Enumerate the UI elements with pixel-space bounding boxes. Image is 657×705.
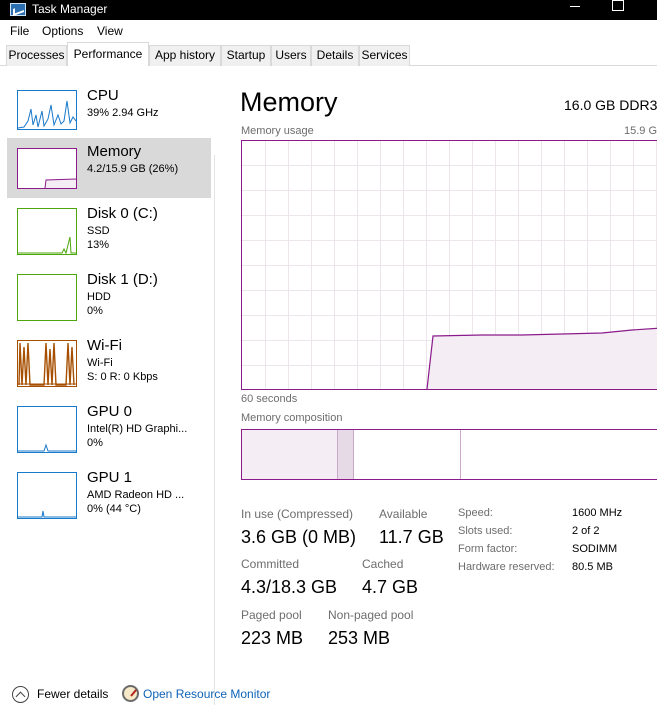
sidebar-item-label: Disk 0 (C:) [87,205,158,222]
sidebar-item-disk-1[interactable]: Disk 1 (D:) HDD 0% [7,266,211,326]
sidebar-item-detail: 39% 2.94 GHz [87,107,159,119]
tab-details[interactable]: Details [311,45,359,66]
in-use-label: In use (Compressed) [241,507,354,521]
disk-0-thumbnail-svg [18,236,76,254]
non-paged-pool-label: Non-paged pool [328,608,414,622]
minimize-icon[interactable] [560,0,590,20]
gpu-1-thumbnail-graph [17,472,77,519]
maximize-icon[interactable] [600,0,634,20]
menu-view[interactable]: View [97,24,123,38]
task-manager-icon [10,3,26,16]
composition-modified [338,430,354,479]
tab-processes[interactable]: Processes [6,45,67,66]
cached-value: 4.7 GB [362,577,419,597]
title-bar: Task Manager [0,0,657,20]
memory-usage-graph [241,140,657,390]
tab-app-history[interactable]: App history [149,45,221,66]
memory-model: 16.0 GB DDR3 [564,97,657,113]
chevron-up-circle-icon[interactable] [12,686,29,703]
sidebar-item-label: Disk 1 (D:) [87,271,158,288]
memory-composition-bar [241,429,657,480]
sidebar-item-usage: 13% [87,239,110,251]
wifi-thumbnail-graph [17,340,77,387]
sidebar-item-gpu-1[interactable]: GPU 1 AMD Radeon HD ... 0% (44 °C) [7,464,211,524]
sidebar-item-throughput: S: 0 R: 0 Kbps [87,371,158,383]
sidebar-item-detail: HDD [87,291,111,303]
available-value: 11.7 GB [379,527,444,547]
tab-services[interactable]: Services [359,45,410,66]
spec-hardware-reserved-key: Hardware reserved: [458,561,555,573]
memory-usage-svg [242,141,657,389]
memory-usage-max: 15.9 G [624,125,657,137]
paged-pool-value: 223 MB [241,628,304,648]
sidebar-item-label: Memory [87,143,142,160]
available-label: Available [379,507,428,521]
sidebar-item-cpu[interactable]: CPU 39% 2.94 GHz [7,82,211,142]
memory-usage-area [427,328,657,389]
tab-startup[interactable]: Startup [221,45,271,66]
menu-file[interactable]: File [10,24,29,38]
memory-thumbnail-svg [44,178,76,188]
sidebar-item-detail: 4.2/15.9 GB (26%) [87,163,179,175]
sidebar-item-label: Wi-Fi [87,337,122,354]
cpu-thumbnail-svg [18,100,76,129]
composition-in-use [242,430,338,479]
composition-standby [354,430,461,479]
spec-form-factor-key: Form factor: [458,543,518,555]
menu-options[interactable]: Options [42,24,83,38]
spec-hardware-reserved-value: 80.5 MB [572,561,613,573]
disk-1-thumbnail-graph [17,274,77,321]
spec-slots-key: Slots used: [458,525,513,537]
gpu-0-thumbnail-graph [17,406,77,453]
tab-bar: Processes Performance App history Startu… [0,42,657,66]
non-paged-pool-value: 253 MB [328,628,391,648]
time-span-label: 60 seconds [241,393,298,405]
sidebar-item-label: GPU 1 [87,469,133,486]
gpu-0-thumbnail-svg [18,443,76,452]
in-use-value: 3.6 GB (0 MB) [241,527,357,547]
spec-slots-value: 2 of 2 [572,525,600,537]
sidebar-item-gpu-0[interactable]: GPU 0 Intel(R) HD Graphi... 0% [7,398,211,458]
footer: Fewer details Open Resource Monitor [0,678,657,705]
cached-label: Cached [362,557,404,571]
tab-performance[interactable]: Performance [67,42,149,66]
cpu-thumbnail-graph [17,90,77,130]
memory-thumbnail-graph [17,148,77,189]
open-resource-monitor-link[interactable]: Open Resource Monitor [143,687,270,701]
menu-bar: File Options View [0,20,657,42]
resource-sidebar: CPU 39% 2.94 GHz Memory 4.2/15.9 GB (26%… [0,67,215,705]
sidebar-item-label: GPU 0 [87,403,133,420]
wifi-thumbnail-svg [18,341,76,386]
gpu-1-thumbnail-svg [18,510,76,518]
paged-pool-label: Paged pool [241,608,302,622]
composition-free [461,430,657,479]
spec-speed-value: 1600 MHz [572,507,623,519]
resource-monitor-icon[interactable] [122,685,139,702]
memory-usage-label: Memory usage [241,125,314,137]
sidebar-divider [214,155,215,705]
memory-composition-label: Memory composition [241,412,343,424]
sidebar-item-usage: 0% [87,305,103,317]
sidebar-item-wifi[interactable]: Wi-Fi Wi-Fi S: 0 R: 0 Kbps [7,332,211,392]
page-title: Memory [240,87,338,117]
window-title: Task Manager [32,2,108,16]
sidebar-item-memory[interactable]: Memory 4.2/15.9 GB (26%) [7,138,211,198]
sidebar-item-usage: 0% (44 °C) [87,503,141,515]
spec-speed-key: Speed: [458,507,493,519]
tab-users[interactable]: Users [271,45,311,66]
spec-form-factor-value: SODIMM [572,543,618,555]
sidebar-item-usage: 0% [87,437,103,449]
sidebar-item-label: CPU [87,87,119,104]
committed-value: 4.3/18.3 GB [241,577,338,597]
disk-0-thumbnail-graph [17,208,77,255]
sidebar-item-disk-0[interactable]: Disk 0 (C:) SSD 13% [7,200,211,260]
sidebar-item-detail: AMD Radeon HD ... [87,489,185,501]
sidebar-item-detail: Intel(R) HD Graphi... [87,423,188,435]
sidebar-item-detail: Wi-Fi [87,357,113,369]
fewer-details-button[interactable]: Fewer details [37,687,108,701]
committed-label: Committed [241,557,300,571]
sidebar-item-detail: SSD [87,225,110,237]
